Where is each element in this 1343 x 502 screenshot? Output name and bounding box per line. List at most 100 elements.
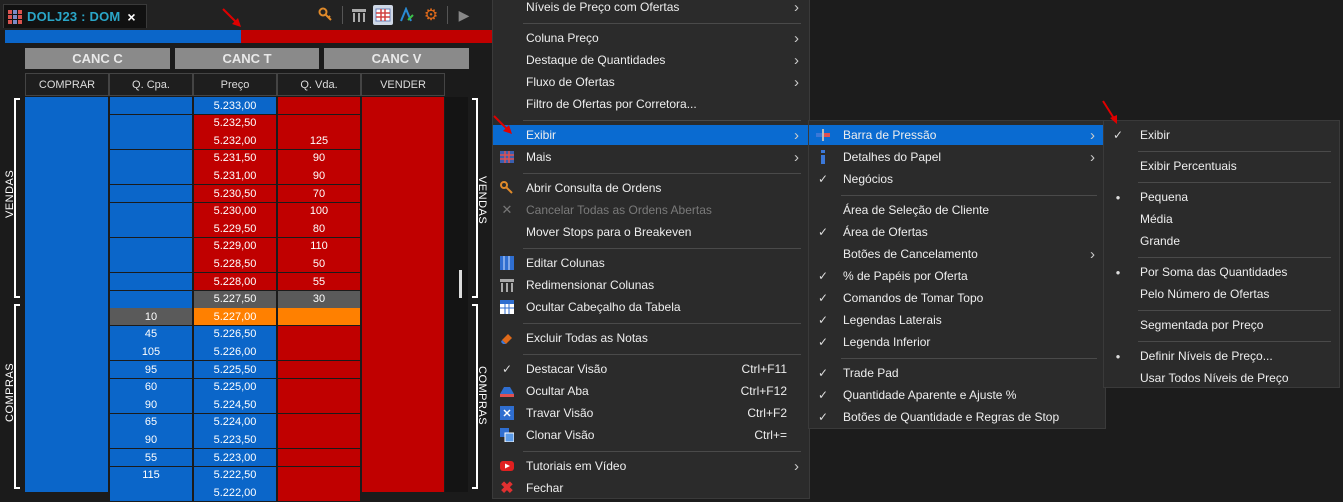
screen: DOLJ23 : DOM × ⚙ ▶ CANC C CANC T CANC V … [0, 0, 1343, 502]
menu-item-label: Redimensionar Colunas [526, 278, 655, 292]
header-preco[interactable]: Preço [193, 73, 277, 96]
menu-item-label: % de Papéis por Oferta [843, 269, 968, 283]
menu-item-media[interactable]: Média [1104, 209, 1339, 229]
menu-item-destaque-de-quantidades[interactable]: Destaque de Quantidades › [493, 50, 809, 70]
bid-quantity-cell [110, 220, 192, 238]
menu-separator [523, 323, 801, 324]
menu-item-ocultar-aba[interactable]: Ocultar Aba Ctrl+F12 [493, 381, 809, 401]
grid-icon[interactable] [373, 5, 393, 25]
menu-item-quantidade-aparente-e-ajuste[interactable]: ✓ Quantidade Aparente e Ajuste % [809, 385, 1105, 405]
header-q-vda[interactable]: Q. Vda. [277, 73, 361, 96]
menu-item-label: Detalhes do Papel [843, 150, 942, 164]
cancel-buy-button[interactable]: CANC C [25, 48, 170, 69]
column-q-vda: 125 90 90 70 100 80 110 50 55 30 [278, 97, 360, 502]
checkmark-icon: ✓ [501, 362, 513, 376]
tab-dom[interactable]: DOLJ23 : DOM × [3, 4, 147, 28]
menu-item-travar-visao[interactable]: Travar Visão Ctrl+F2 [493, 403, 809, 423]
toolbar: ⚙ ▶ [316, 5, 474, 25]
key-icon[interactable] [316, 5, 336, 25]
menu-separator [523, 173, 801, 174]
menu-item-trade-pad[interactable]: ✓ Trade Pad [809, 363, 1105, 383]
column-comprar[interactable] [25, 97, 108, 492]
menu-item-por-soma-das-quantidades[interactable]: ● Por Soma das Quantidades [1104, 262, 1339, 282]
menu-item-exibir-percentuais[interactable]: Exibir Percentuais [1104, 156, 1339, 176]
column-vender[interactable] [362, 97, 444, 492]
menu-item-comandos-de-tomar-topo[interactable]: ✓ Comandos de Tomar Topo [809, 288, 1105, 308]
scroll-area[interactable] [445, 97, 468, 492]
menu-item-botoes-de-cancelamento[interactable]: Botões de Cancelamento › [809, 244, 1105, 264]
menu-item-mais[interactable]: Mais › [493, 147, 809, 167]
menu-item-area-de-selecao-de-cliente[interactable]: Área de Seleção de Cliente [809, 200, 1105, 220]
key-icon [499, 180, 515, 196]
menu-item-ocultar-cabecalho-da-tabela[interactable]: Ocultar Cabeçalho da Tabela [493, 297, 809, 317]
bid-quantity-cell [110, 114, 192, 132]
header-comprar[interactable]: COMPRAR [25, 73, 109, 96]
price-cell: 5.225,50 [194, 361, 276, 378]
menu-item-definir-niveis-de-preco[interactable]: ● Definir Níveis de Preço... [1104, 346, 1339, 366]
menu-item-coluna-preco[interactable]: Coluna Preço › [493, 28, 809, 48]
chevron-right-icon: › [794, 126, 799, 144]
annotation-arrow [1102, 100, 1117, 124]
price-cell: 5.231,50 [194, 149, 276, 167]
menu-item-legenda-inferior[interactable]: ✓ Legenda Inferior [809, 332, 1105, 352]
bid-quantity-cell [110, 290, 192, 308]
menu-item-fluxo-de-ofertas[interactable]: Fluxo de Ofertas › [493, 72, 809, 92]
font-color-icon[interactable] [397, 5, 417, 25]
bid-quantity-cell [110, 237, 192, 255]
header-vender[interactable]: VENDER [361, 73, 445, 96]
menu-item-label: Negócios [843, 172, 894, 186]
menu-item-de-papeis-por-oferta[interactable]: ✓ % de Papéis por Oferta [809, 266, 1105, 286]
menu-item-detalhes-do-papel[interactable]: Detalhes do Papel › [809, 147, 1105, 167]
menu-item-label: Mover Stops para o Breakeven [526, 225, 692, 239]
menu-item-barra-de-pressao[interactable]: Barra de Pressão › [809, 125, 1105, 145]
menu-item-grande[interactable]: Grande [1104, 231, 1339, 251]
menu-item-destacar-visao[interactable]: ✓ Destacar Visão Ctrl+F11 [493, 359, 809, 379]
menu-item-excluir-todas-as-notas[interactable]: Excluir Todas as Notas [493, 328, 809, 348]
menu-item-botoes-de-quantidade-e-regras-de-stop[interactable]: ✓ Botões de Quantidade e Regras de Stop [809, 407, 1105, 427]
menu-item-usar-todos-niveis-de-preco[interactable]: Usar Todos Níveis de Preço [1104, 368, 1339, 388]
close-tab-icon[interactable]: × [127, 9, 135, 25]
menu-item-area-de-ofertas[interactable]: ✓ Área de Ofertas [809, 222, 1105, 242]
menu-item-filtro-de-ofertas-por-corretora[interactable]: Filtro de Ofertas por Corretora... [493, 94, 809, 114]
menu-item-negocios[interactable]: ✓ Negócios [809, 169, 1105, 189]
ask-quantity-cell [278, 396, 360, 414]
menu-item-fechar[interactable]: ✖ Fechar [493, 478, 809, 498]
cancel-all-button[interactable]: CANC T [175, 48, 319, 69]
chevron-right-icon: › [794, 148, 799, 166]
menu-item-clonar-visao[interactable]: Clonar Visão Ctrl+= [493, 425, 809, 445]
ask-quantity-cell: 70 [278, 185, 360, 202]
menu-item-shortcut: Ctrl+F12 [740, 384, 787, 398]
menu-item-cancelar-todas-as-ordens-abertas[interactable]: ✕ Cancelar Todas as Ordens Abertas [493, 200, 809, 220]
menu-item-pelo-numero-de-ofertas[interactable]: Pelo Número de Ofertas [1104, 284, 1339, 304]
header-q-cpa[interactable]: Q. Cpa. [109, 73, 193, 96]
menu-item-label: Botões de Cancelamento [843, 247, 978, 261]
menu-item-niveis-de-preco-com-ofertas[interactable]: Níveis de Preço com Ofertas › [493, 0, 809, 17]
cancel-sell-button[interactable]: CANC V [324, 48, 469, 69]
menu-separator [523, 354, 801, 355]
menu-item-mover-stops-para-o-breakeven[interactable]: Mover Stops para o Breakeven [493, 222, 809, 242]
menu-item-legendas-laterais[interactable]: ✓ Legendas Laterais [809, 310, 1105, 330]
bid-quantity-cell [110, 255, 192, 273]
menu-item-exibir[interactable]: Exibir › [493, 125, 809, 145]
menu-item-editar-colunas[interactable]: Editar Colunas [493, 253, 809, 273]
menu-item-redimensionar-colunas[interactable]: Redimensionar Colunas [493, 275, 809, 295]
gear-icon[interactable]: ⚙ [421, 5, 441, 25]
menu-item-exibir[interactable]: ✓ Exibir [1104, 125, 1339, 145]
columns-icon[interactable] [349, 5, 369, 25]
menu-separator [841, 358, 1097, 359]
menu-item-tutoriais-em-video[interactable]: Tutoriais em Vídeo › [493, 456, 809, 476]
menu-item-label: Botões de Quantidade e Regras de Stop [843, 410, 1060, 424]
menu-item-abrir-consulta-de-ordens[interactable]: Abrir Consulta de Ordens [493, 178, 809, 198]
scroll-handle[interactable] [459, 270, 462, 298]
menu-item-segmentada-por-preco[interactable]: Segmentada por Preço [1104, 315, 1339, 335]
bid-quantity-cell: 90 [110, 396, 192, 414]
menu-item-pequena[interactable]: ● Pequena [1104, 187, 1339, 207]
menu-item-shortcut: Ctrl+F11 [741, 362, 787, 376]
bid-quantity-cell: 105 [110, 343, 192, 361]
menu-item-label: Ocultar Aba [526, 384, 589, 398]
menu-item-label: Média [1140, 212, 1173, 226]
price-cell: 5.227,50 [194, 290, 276, 308]
menu-item-label: Ocultar Cabeçalho da Tabela [526, 300, 681, 314]
checkmark-icon: ✓ [1112, 128, 1124, 142]
play-icon[interactable]: ▶ [454, 5, 474, 25]
